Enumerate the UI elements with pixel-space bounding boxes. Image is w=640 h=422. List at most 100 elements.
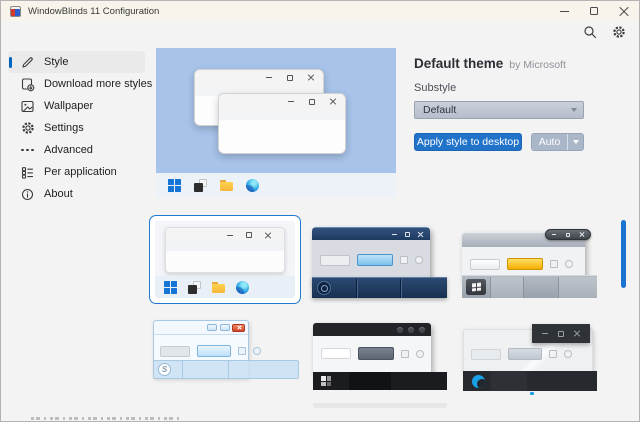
style-thumbnail-lightblue[interactable]	[151, 320, 301, 391]
window-controls	[549, 1, 639, 21]
mini-window	[463, 329, 593, 375]
vertical-scrollbar-thumb[interactable]	[621, 220, 626, 288]
close-button[interactable]	[609, 1, 639, 21]
minimize-icon	[541, 330, 549, 338]
sidebar-item-label: Wallpaper	[44, 100, 93, 112]
windowblinds-app-icon	[194, 179, 207, 192]
close-icon	[419, 327, 425, 333]
auto-dropdown-button[interactable]	[568, 134, 583, 150]
maximize-icon	[564, 231, 572, 239]
theme-preview	[156, 48, 396, 197]
edge-icon	[236, 281, 249, 294]
windowblinds-app-icon	[188, 281, 201, 294]
sidebar-item-per-application[interactable]: Per application	[8, 161, 145, 183]
apply-style-button[interactable]: Apply style to desktop	[414, 133, 522, 151]
close-icon	[573, 330, 581, 338]
titlebar: WindowBlinds 11 Configuration	[1, 1, 639, 21]
minimize-icon	[265, 74, 273, 82]
gear-icon[interactable]	[611, 24, 627, 40]
style-thumbnail-navy[interactable]	[312, 224, 447, 298]
chevron-down-icon	[565, 108, 583, 112]
sidebar-item-wallpaper[interactable]: Wallpaper	[8, 95, 145, 117]
thumbnail-preview	[155, 221, 295, 298]
maximize-icon	[403, 230, 411, 238]
toolbar	[582, 24, 627, 40]
app-logo-icon	[10, 6, 21, 17]
pencil-icon	[20, 55, 35, 70]
mini-taskbar	[312, 277, 447, 298]
close-icon	[578, 231, 586, 239]
mini-taskbar	[463, 371, 597, 391]
taskbar-indicator-dot	[530, 392, 534, 395]
app-list-icon	[20, 165, 35, 180]
windows-start-icon	[168, 179, 181, 192]
theme-author: by Microsoft	[509, 59, 566, 71]
mini-taskbar	[313, 372, 447, 390]
download-icon	[20, 77, 35, 92]
sidebar-item-download-more-styles[interactable]: Download more styles	[8, 73, 145, 95]
window-title: WindowBlinds 11 Configuration	[28, 6, 159, 17]
maximize-icon	[220, 324, 230, 331]
mini-window	[312, 227, 430, 284]
minimize-icon	[550, 231, 558, 239]
start-button-icon	[321, 376, 331, 386]
search-icon[interactable]	[582, 24, 598, 40]
minimize-icon	[390, 230, 398, 238]
close-icon	[416, 230, 424, 238]
preview-taskbar	[156, 173, 396, 197]
maximize-icon	[557, 330, 565, 338]
auto-button[interactable]: Auto	[532, 134, 568, 150]
caption-buttons	[313, 323, 431, 336]
edge-icon	[246, 179, 259, 192]
style-thumbnail-dark[interactable]	[313, 323, 447, 390]
mini-taskbar	[155, 276, 295, 298]
mini-taskbar	[462, 275, 597, 298]
substyle-dropdown[interactable]: Default	[414, 101, 584, 119]
close-icon	[307, 74, 315, 82]
close-icon	[329, 98, 337, 106]
mini-window	[165, 227, 285, 273]
sidebar-item-advanced[interactable]: Advanced	[8, 139, 145, 161]
maximize-icon	[286, 74, 294, 82]
theme-panel: Default theme by Microsoft Substyle Defa…	[414, 56, 586, 151]
minimize-icon	[226, 231, 234, 239]
sidebar: Style Download more styles Wallpaper Set…	[1, 51, 149, 205]
theme-title: Default theme	[414, 56, 503, 71]
minimize-button[interactable]	[549, 1, 579, 21]
minimize-icon	[287, 98, 295, 106]
windowblinds-configuration-window: WindowBlinds 11 Configuration Style Down…	[0, 0, 640, 422]
sidebar-item-about[interactable]: About	[8, 183, 145, 205]
sidebar-item-label: Download more styles	[44, 78, 152, 90]
caption-buttons	[154, 321, 248, 335]
sidebar-item-label: Style	[44, 56, 68, 68]
sidebar-item-label: About	[44, 188, 73, 200]
gear-icon	[20, 121, 35, 136]
sidebar-item-label: Per application	[44, 166, 117, 178]
style-thumbnail-default[interactable]	[149, 215, 301, 304]
folder-icon	[212, 281, 225, 293]
preview-window-front	[218, 93, 346, 154]
stardock-logo-icon	[158, 363, 171, 376]
start11-logo-icon	[472, 375, 485, 388]
maximize-button[interactable]	[579, 1, 609, 21]
substyle-value: Default	[415, 104, 565, 116]
maximize-icon	[408, 327, 414, 333]
start-button-icon	[317, 281, 331, 295]
maximize-icon	[308, 98, 316, 106]
sidebar-item-label: Settings	[44, 122, 84, 134]
close-icon	[264, 231, 272, 239]
style-thumbnail-silver[interactable]	[462, 224, 597, 298]
sidebar-item-style[interactable]: Style	[8, 51, 145, 73]
caption-buttons	[545, 229, 591, 240]
windows-start-icon	[164, 281, 177, 294]
mini-taskbar	[153, 360, 299, 379]
sidebar-item-settings[interactable]: Settings	[8, 117, 145, 139]
minimize-icon	[207, 324, 217, 331]
ellipsis-icon	[20, 143, 35, 158]
info-icon	[20, 187, 35, 202]
maximize-icon	[245, 231, 253, 239]
next-row-thumbnail-edge	[313, 403, 447, 408]
minimize-icon	[397, 327, 403, 333]
start-button-icon	[466, 279, 486, 295]
style-thumbnail-charcoal[interactable]	[463, 323, 597, 393]
